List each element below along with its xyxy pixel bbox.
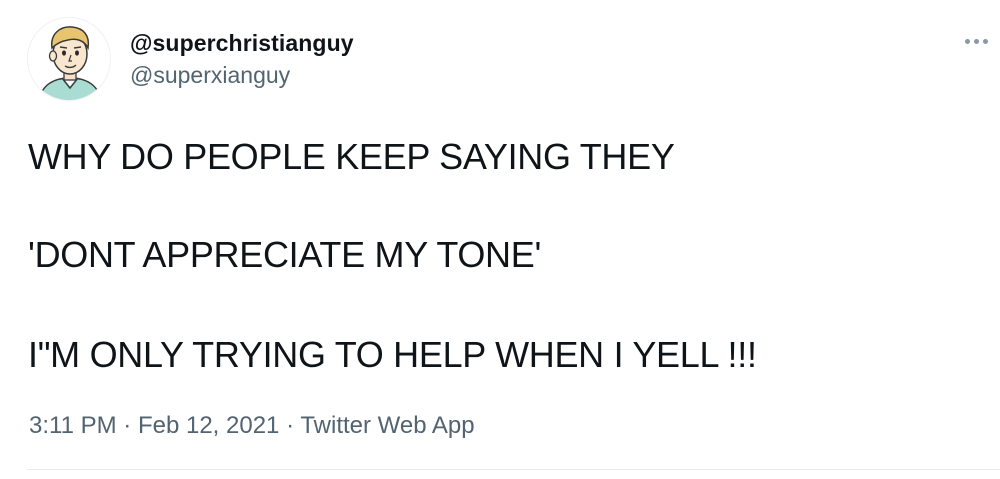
avatar[interactable] (27, 17, 111, 101)
tweet-card: @superchristianguy @superxianguy WHY DO … (0, 0, 1000, 479)
more-dot (965, 38, 970, 44)
tweet-meta: 3:11 PM · Feb 12, 2021 · Twitter Web App (29, 412, 475, 440)
meta-separator: · (123, 412, 132, 439)
tweet-text-line: 'DONT APPRECIATE MY TONE' (28, 234, 542, 275)
tweet-text-line: WHY DO PEOPLE KEEP SAYING THEY (28, 136, 675, 177)
author-display-name[interactable]: @superchristianguy (130, 30, 354, 57)
cartoon-man-avatar-icon (28, 18, 110, 100)
tweet-date[interactable]: Feb 12, 2021 (138, 412, 279, 439)
tweet-text-line: I"M ONLY TRYING TO HELP WHEN I YELL !!! (28, 334, 757, 375)
tweet-time[interactable]: 3:11 PM (29, 412, 117, 439)
meta-separator: · (286, 412, 295, 439)
author-handle[interactable]: @superxianguy (130, 62, 290, 89)
more-dot (983, 38, 988, 44)
more-options-icon[interactable] (965, 34, 1000, 48)
tweet-source[interactable]: Twitter Web App (300, 412, 474, 439)
divider (27, 469, 1000, 470)
more-dot (974, 38, 979, 44)
